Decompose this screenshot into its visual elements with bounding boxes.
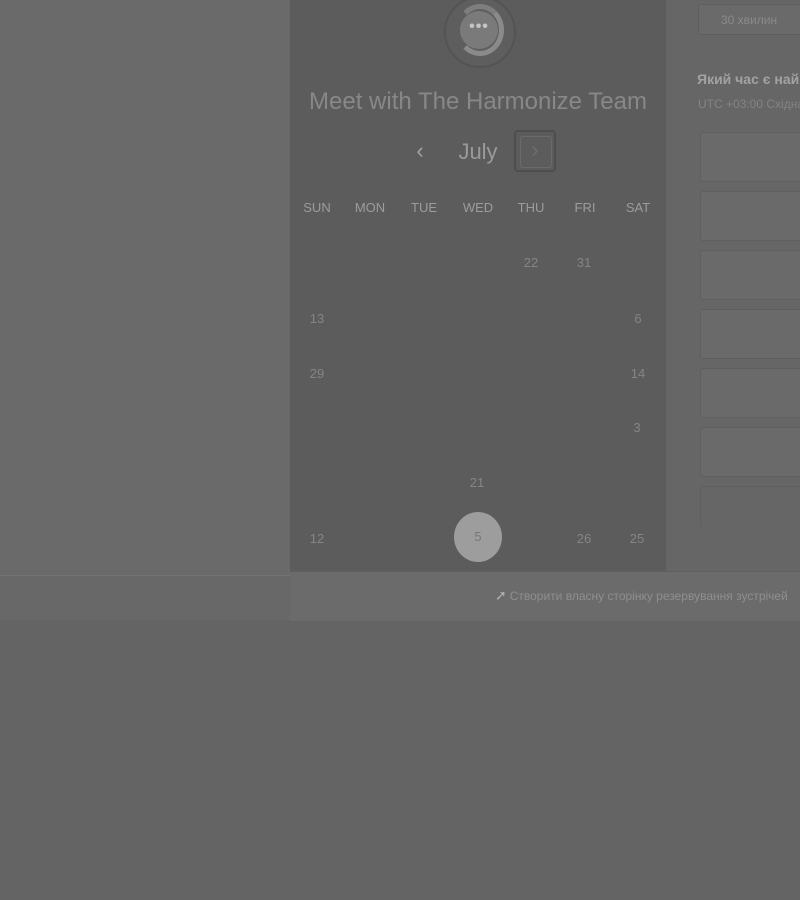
calendar-day[interactable]: 3	[619, 420, 655, 435]
calendar-day[interactable]: 29	[299, 366, 335, 381]
timezone-label[interactable]: UTC +03:00 Східна Європа	[698, 97, 800, 111]
create-booking-page-link[interactable]: ➚ Створити власну сторінку резервування з…	[495, 587, 788, 604]
time-slot[interactable]	[700, 132, 800, 182]
calendar-day[interactable]: 22	[513, 255, 549, 270]
duration-button[interactable]: 30 хвилин	[698, 4, 800, 35]
logo-bubble: •••	[460, 11, 498, 49]
left-backdrop	[0, 0, 290, 575]
weekday-sat: SAT	[625, 200, 651, 215]
weekday-thu: THU	[517, 200, 545, 215]
weekday-sun: SUN	[303, 200, 331, 215]
scheduling-page: ••• Meet with The Harmonize Team ‹ July …	[0, 0, 800, 900]
divider	[0, 575, 290, 576]
calendar-day[interactable]: 6	[620, 311, 656, 326]
time-slot[interactable]	[700, 250, 800, 300]
weekday-wed: WED	[462, 200, 494, 215]
calendar-day[interactable]: 26	[566, 531, 602, 546]
prev-month-button[interactable]: ‹	[408, 138, 432, 166]
time-slot[interactable]	[700, 486, 800, 526]
calendar-day[interactable]: 13	[299, 311, 335, 326]
time-question-heading: Який час є найкращим?	[697, 71, 800, 87]
time-slot[interactable]	[700, 309, 800, 359]
calendar-day[interactable]: 12	[299, 531, 335, 546]
ellipsis-icon: •••	[469, 18, 489, 35]
calendar-day[interactable]: 14	[620, 366, 656, 381]
calendar-day[interactable]: 25	[619, 531, 655, 546]
weekday-tue: TUE	[411, 200, 437, 215]
next-month-button[interactable]: ›	[514, 130, 556, 172]
calendar-day[interactable]: 31	[566, 255, 602, 270]
time-slot[interactable]	[700, 368, 800, 418]
time-slot[interactable]	[700, 427, 800, 477]
page-title: Meet with The Harmonize Team	[309, 88, 647, 115]
footer-bar: ➚ Створити власну сторінку резервування з…	[290, 571, 800, 621]
calendar-day[interactable]: 21	[459, 475, 495, 490]
weekday-mon: MON	[354, 200, 386, 215]
time-slot[interactable]	[700, 191, 800, 241]
calendar-day-selected[interactable]: 5	[454, 512, 502, 562]
weekday-fri: FRI	[574, 200, 596, 215]
arrow-icon: ➚	[495, 587, 507, 603]
month-label: July	[458, 139, 498, 164]
footer-link-label: Створити власну сторінку резервування зу…	[509, 589, 788, 603]
